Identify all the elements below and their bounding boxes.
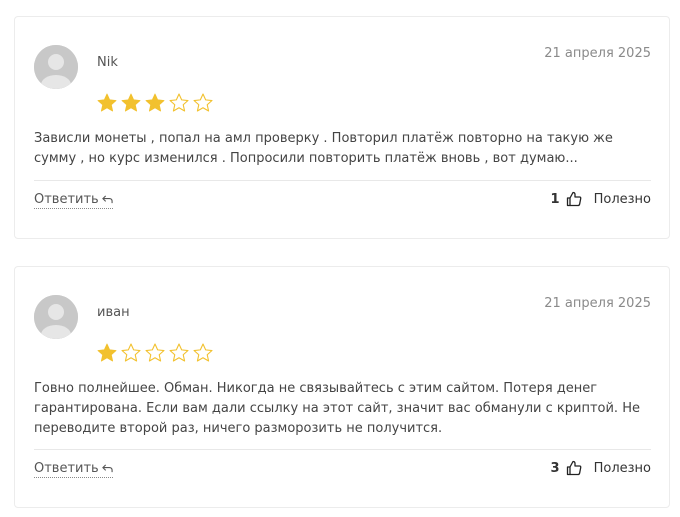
star-empty-icon — [193, 343, 213, 362]
star-filled-icon — [145, 93, 165, 112]
reply-arrow-icon — [101, 464, 113, 473]
review-text: Говно полнейшее. Обман. Никогда не связы… — [34, 381, 640, 436]
user-placeholder-icon — [34, 45, 78, 89]
review-card: Nik 21 апреля 2025 Зависли монеты , попа… — [14, 16, 670, 239]
helpful-vote: 3 Полезно — [551, 460, 651, 476]
thumbs-up-icon[interactable] — [566, 191, 582, 207]
star-empty-icon — [193, 93, 213, 112]
divider — [34, 180, 651, 181]
review-author: иван — [97, 305, 130, 320]
reply-label: Ответить — [34, 192, 99, 207]
helpful-count: 1 — [550, 191, 560, 207]
review-date: 21 апреля 2025 — [544, 46, 651, 61]
star-filled-icon — [97, 343, 117, 362]
star-filled-icon — [97, 93, 117, 112]
thumbs-up-icon[interactable] — [566, 460, 582, 476]
star-empty-icon — [121, 343, 141, 362]
star-empty-icon — [169, 343, 189, 362]
reply-label: Ответить — [34, 461, 99, 476]
avatar — [34, 45, 78, 89]
divider — [34, 449, 651, 450]
review-author: Nik — [97, 55, 118, 70]
helpful-vote: 1 Полезно — [551, 191, 651, 207]
star-filled-icon — [121, 93, 141, 112]
star-empty-icon — [145, 343, 165, 362]
review-date: 21 апреля 2025 — [544, 296, 651, 311]
review-card: иван 21 апреля 2025 Говно полнейшее. Обм… — [14, 266, 670, 508]
helpful-count: 3 — [550, 460, 560, 476]
reply-arrow-icon — [101, 195, 113, 204]
helpful-label[interactable]: Полезно — [594, 192, 651, 207]
avatar — [34, 295, 78, 339]
reply-link[interactable]: Ответить — [34, 192, 113, 209]
helpful-label[interactable]: Полезно — [594, 461, 651, 476]
star-rating — [96, 92, 214, 114]
star-rating — [96, 342, 214, 364]
reply-link[interactable]: Ответить — [34, 461, 113, 478]
review-text: Зависли монеты , попал на амл проверку .… — [34, 131, 613, 166]
user-placeholder-icon — [34, 295, 78, 339]
star-empty-icon — [169, 93, 189, 112]
